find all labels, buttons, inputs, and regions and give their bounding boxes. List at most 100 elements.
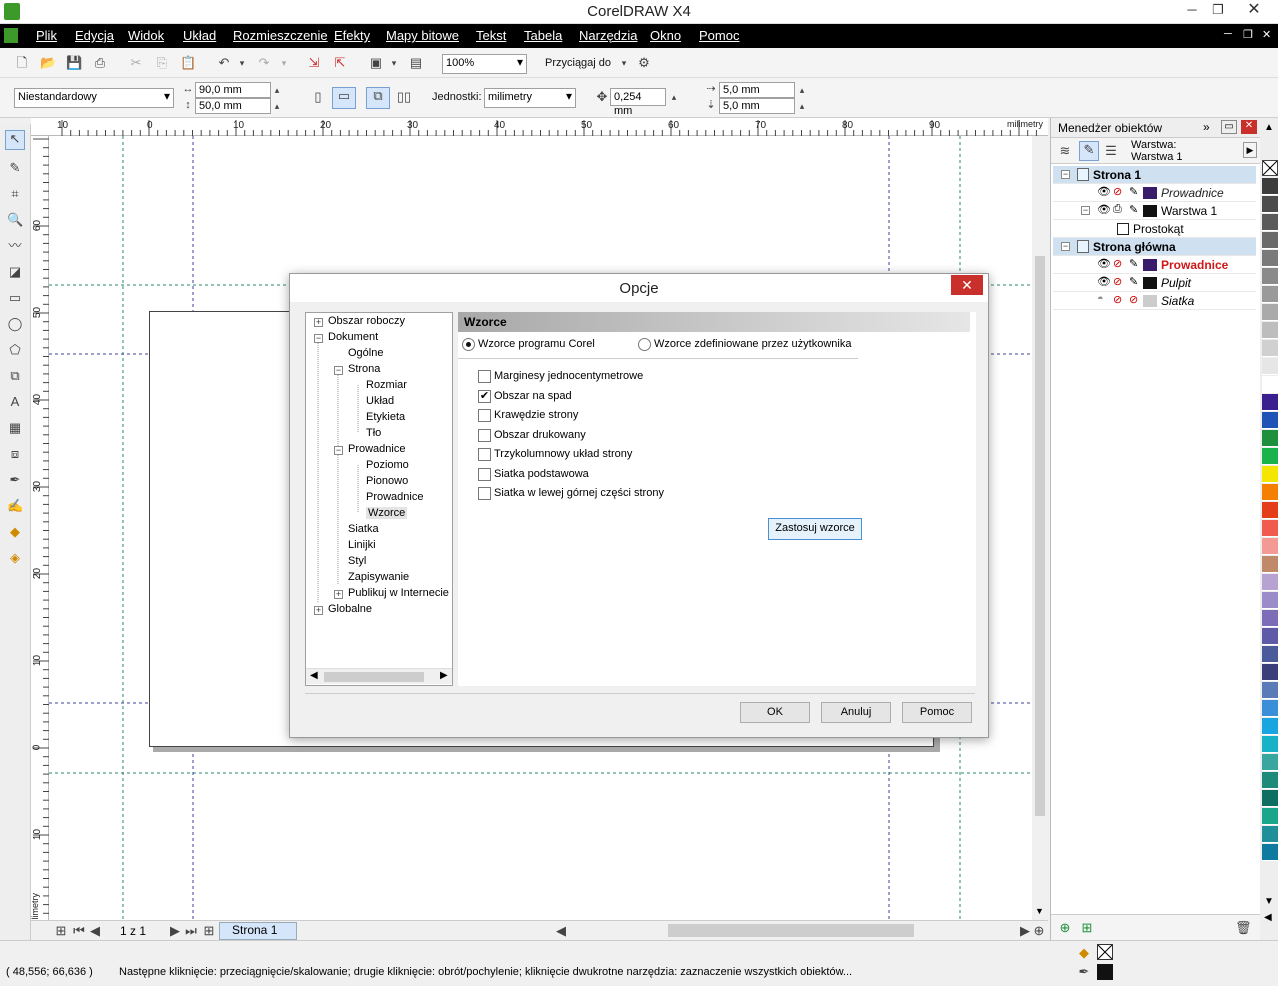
tree-item[interactable]: Globalne [328, 603, 372, 615]
layer-menu-icon[interactable]: ▶ [1243, 142, 1257, 158]
palette-scroll-down-icon[interactable]: ▼ [1264, 896, 1274, 907]
checkbox-marginesy[interactable] [478, 370, 491, 383]
page-width-input[interactable]: 90,0 mm [195, 82, 271, 98]
docker-close-icon[interactable]: ✕ [1241, 120, 1257, 134]
checkbox-obszar-drukowany[interactable] [478, 429, 491, 442]
color-swatch[interactable] [1262, 772, 1278, 789]
menu-tabela[interactable]: Tabela [524, 28, 562, 43]
smart-fill-tool-icon[interactable]: ◪ [7, 264, 23, 280]
tree-item[interactable]: Poziomo [366, 459, 409, 471]
tree-expander-icon[interactable]: + [314, 318, 323, 327]
vertical-scrollbar[interactable]: ▼ [1032, 136, 1048, 920]
welcome-screen-icon[interactable]: ▤ [408, 55, 424, 71]
interactive-fill-tool-icon[interactable]: ◈ [7, 550, 23, 566]
radio-user-layouts[interactable] [638, 338, 651, 351]
checkbox-siatka-lewej-gornej-label[interactable]: Siatka w lewej górnej części strony [494, 487, 664, 499]
menu-tekst[interactable]: Tekst [476, 28, 506, 43]
docker-row-object[interactable]: Prostokąt [1053, 220, 1256, 238]
color-swatch[interactable] [1262, 340, 1278, 357]
menu-plik[interactable]: Plik [36, 28, 57, 43]
add-page-after-icon[interactable]: ⊞ [201, 923, 217, 939]
duplicate-y-input[interactable]: 5,0 mm [719, 98, 795, 114]
tree-item[interactable]: Dokument [328, 331, 378, 343]
color-swatch[interactable] [1262, 466, 1278, 483]
snap-to-label[interactable]: Przyciągaj do [545, 57, 611, 69]
docker-row-page[interactable]: − Strona główna [1053, 238, 1256, 256]
outline-color-swatch[interactable] [1097, 964, 1113, 980]
nudge-spinner-icon[interactable]: ▴ [668, 89, 680, 105]
color-swatch[interactable] [1262, 808, 1278, 825]
tree-item[interactable]: Obszar roboczy [328, 315, 405, 327]
color-swatch[interactable] [1262, 196, 1278, 213]
visibility-hidden-icon[interactable]: ◓ [1097, 293, 1104, 305]
checkbox-trzykolumnowy[interactable] [478, 448, 491, 461]
horizontal-ruler[interactable]: 10 0 10 20 30 40 50 60 70 80 90 milimetr… [31, 118, 1048, 136]
current-page-icon[interactable]: ▯▯ [396, 89, 412, 105]
visibility-eye-icon[interactable]: 👁 [1097, 185, 1111, 198]
color-swatch[interactable] [1262, 376, 1278, 393]
layer-manager-view-icon[interactable]: ☰ [1103, 143, 1119, 159]
visibility-eye-icon[interactable]: 👁 [1097, 275, 1111, 288]
tree-item[interactable]: Zapisywanie [348, 571, 409, 583]
dup-y-spinner-icon[interactable]: ▴ [796, 98, 808, 114]
tree-horizontal-scrollbar[interactable]: ◀ ▶ [306, 668, 452, 684]
menu-widok[interactable]: Widok [128, 28, 164, 43]
tree-expander-icon[interactable]: − [314, 334, 323, 343]
restore-icon[interactable]: ❐ [1208, 0, 1228, 20]
print-icon[interactable]: ⎙ [92, 55, 108, 71]
collapse-icon[interactable]: − [1061, 170, 1070, 179]
docker-row-layer[interactable]: − 👁 ⎙ ✎ Warstwa 1 [1053, 202, 1256, 220]
freehand-tool-icon[interactable]: 〰 [7, 238, 23, 254]
close-window-icon[interactable]: ✕ [1234, 0, 1274, 20]
tree-item[interactable]: Pionowo [366, 475, 408, 487]
menu-narzedzia[interactable]: Narzędzia [579, 28, 638, 43]
radio-corel-layouts-label[interactable]: Wzorce programu Corel [478, 338, 595, 350]
radio-corel-layouts[interactable] [462, 338, 475, 351]
crop-tool-icon[interactable]: ⌗ [7, 186, 23, 202]
color-swatch[interactable] [1262, 250, 1278, 267]
printable-icon[interactable]: ⎙ [1113, 203, 1122, 216]
last-page-icon[interactable]: ⏭ [183, 923, 199, 939]
color-swatch[interactable] [1262, 214, 1278, 231]
color-swatch[interactable] [1262, 232, 1278, 249]
visibility-eye-icon[interactable]: 👁 [1097, 203, 1111, 216]
doc-close-icon[interactable]: ✕ [1262, 28, 1271, 41]
menu-pomoc[interactable]: Pomoc [699, 28, 739, 43]
show-properties-icon[interactable]: ≋ [1057, 143, 1073, 159]
palette-menu-icon[interactable]: ◀ [1264, 912, 1272, 923]
undo-dropdown-icon[interactable]: ▾ [234, 55, 250, 71]
add-page-icon[interactable]: ⊞ [53, 923, 69, 939]
color-swatch[interactable] [1262, 412, 1278, 429]
menu-efekty[interactable]: Efekty [334, 28, 370, 43]
color-swatch[interactable] [1262, 700, 1278, 717]
scroll-left-icon[interactable]: ◀ [553, 923, 569, 939]
checkbox-trzykolumnowy-label[interactable]: Trzykolumnowy układ strony [494, 448, 632, 460]
color-swatch[interactable] [1262, 736, 1278, 753]
color-swatch[interactable] [1262, 556, 1278, 573]
edit-pencil-icon[interactable]: ✎ [1129, 257, 1138, 270]
outline-indicator-icon[interactable]: ✒ [1076, 964, 1092, 980]
fill-tool-icon[interactable]: ◆ [7, 524, 23, 540]
color-swatch[interactable] [1262, 664, 1278, 681]
edit-disabled-icon[interactable]: ⊘ [1129, 293, 1138, 306]
redo-dropdown-icon[interactable]: ▾ [276, 55, 292, 71]
color-swatch[interactable] [1262, 610, 1278, 627]
save-icon[interactable]: 💾 [66, 55, 82, 71]
rectangle-tool-icon[interactable]: ▭ [7, 290, 23, 306]
tree-scroll-left-icon[interactable]: ◀ [310, 670, 318, 681]
export-icon[interactable]: ⇱ [332, 55, 348, 71]
docker-row-page[interactable]: − Strona 1 [1053, 166, 1256, 184]
docker-expand-icon[interactable]: » [1203, 120, 1210, 134]
vertical-scroll-thumb[interactable] [1035, 256, 1045, 816]
color-swatch[interactable] [1262, 268, 1278, 285]
table-tool-icon[interactable]: ▦ [7, 420, 23, 436]
pick-tool-icon[interactable]: ↖ [5, 130, 25, 150]
doc-minimize-icon[interactable]: ─ [1224, 28, 1232, 40]
import-icon[interactable]: ⇲ [306, 55, 322, 71]
zoom-level-select[interactable]: 100% [442, 54, 527, 74]
new-layer-icon[interactable]: ⊕ [1057, 920, 1073, 936]
tree-expander-icon[interactable]: − [334, 446, 343, 455]
edit-pencil-icon[interactable]: ✎ [1129, 185, 1138, 198]
ok-button[interactable]: OK [740, 702, 810, 723]
no-color-swatch[interactable] [1262, 160, 1278, 176]
